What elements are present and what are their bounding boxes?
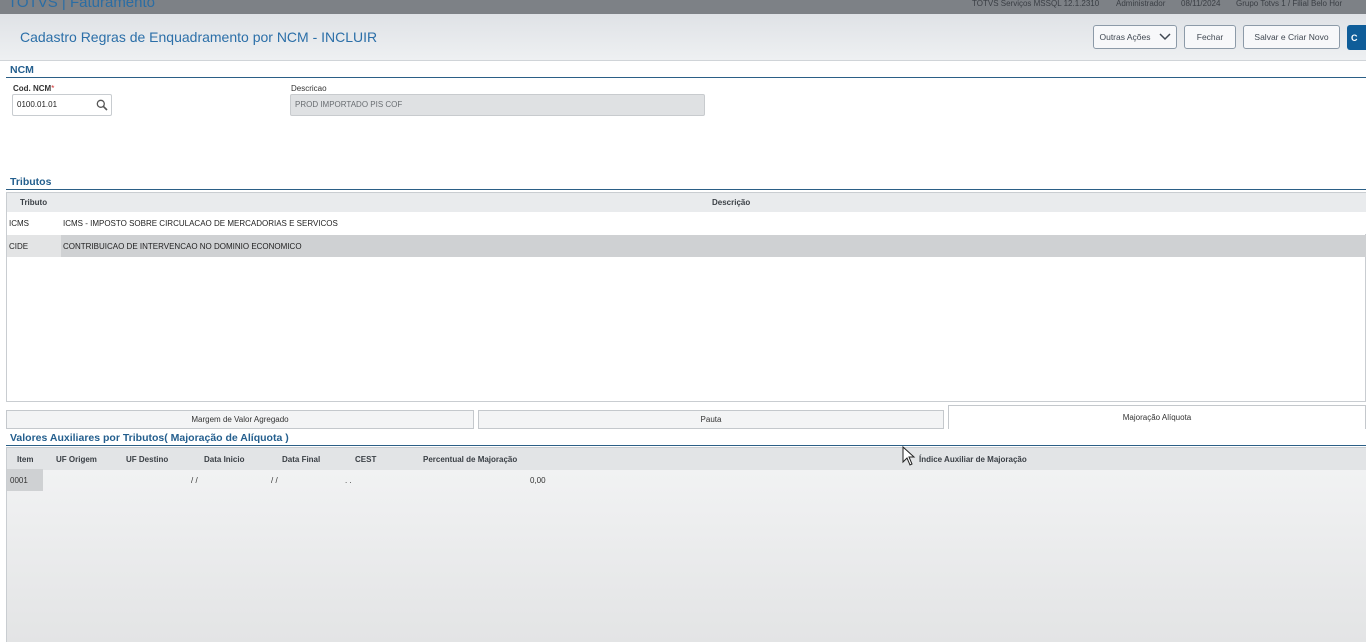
description-label: Descricao <box>291 84 327 93</box>
data-final-cell[interactable]: / / <box>271 476 278 485</box>
tab-label: Pauta <box>700 415 722 424</box>
chevron-down-icon <box>1158 33 1171 41</box>
column-header-data-final[interactable]: Data Final <box>282 455 320 464</box>
aux-section-title: Valores Auxiliares por Tributos( Majoraç… <box>10 432 289 444</box>
page-header: Cadastro Regras de Enquadramento por NCM… <box>0 14 1366 61</box>
other-actions-label: Outras Ações <box>1099 32 1151 42</box>
tributo-cell: ICMS <box>9 219 29 228</box>
tab-majoracao-aliquota[interactable]: Majoração Alíquota <box>948 405 1366 429</box>
ncm-section-title: NCM <box>10 64 34 76</box>
column-header-indice[interactable]: Índice Auxiliar de Majoração <box>919 455 1027 464</box>
aux-section-divider <box>6 445 1366 446</box>
ncm-section-divider <box>6 77 1366 78</box>
close-button[interactable]: Fechar <box>1184 25 1236 49</box>
column-header-tributo[interactable]: Tributo <box>20 198 47 207</box>
column-header-cest[interactable]: CEST <box>355 455 376 464</box>
cest-cell[interactable]: . . <box>345 476 352 485</box>
table-row[interactable]: ICMS ICMS - IMPOSTO SOBRE CIRCULACAO DE … <box>7 212 1366 234</box>
date-info: 08/11/2024 <box>1181 0 1221 8</box>
descricao-cell: ICMS - IMPOSTO SOBRE CIRCULACAO DE MERCA… <box>63 219 338 228</box>
tab-label: Margem de Valor Agregado <box>191 415 289 424</box>
ncm-code-value: 0100.01.01 <box>17 100 58 109</box>
tributos-grid: Tributo Descrição ICMS ICMS - IMPOSTO SO… <box>6 192 1366 402</box>
server-info: TOTVS Serviços MSSQL 12.1.2310 <box>972 0 1100 8</box>
aux-values-grid: Item UF Origem UF Destino Data Inicio Da… <box>6 447 1366 642</box>
confirm-button[interactable]: C <box>1347 25 1366 50</box>
save-and-new-button[interactable]: Salvar e Criar Novo <box>1243 25 1340 49</box>
close-button-label: Fechar <box>1196 32 1224 42</box>
search-icon[interactable] <box>96 99 108 111</box>
tributo-cell: CIDE <box>9 242 29 251</box>
tributos-section-title: Tributos <box>10 176 52 188</box>
column-header-data-inicio[interactable]: Data Inicio <box>204 455 244 464</box>
user-info: Administrador <box>1116 0 1166 8</box>
top-bar: TOTVS | Faturamento TOTVS Serviços MSSQL… <box>0 0 1366 14</box>
app-title: TOTVS | Faturamento <box>8 0 156 11</box>
ncm-code-label: Cod. NCM* <box>13 84 55 93</box>
aux-grid-header: Item UF Origem UF Destino Data Inicio Da… <box>7 447 1366 470</box>
tributos-section-divider <box>6 189 1366 190</box>
column-header-percentual[interactable]: Percentual de Majoração <box>423 455 517 464</box>
tab-pauta[interactable]: Pauta <box>478 410 944 429</box>
column-header-descricao[interactable]: Descrição <box>712 198 750 207</box>
description-field: PROD IMPORTADO PIS COF <box>290 94 705 116</box>
column-header-item[interactable]: Item <box>17 455 33 464</box>
ncm-code-field[interactable]: 0100.01.01 <box>12 94 112 116</box>
save-and-new-label: Salvar e Criar Novo <box>1254 32 1329 42</box>
column-header-uf-origem[interactable]: UF Origem <box>56 455 97 464</box>
percentual-cell[interactable]: 0,00 <box>530 476 546 485</box>
tab-label: Majoração Alíquota <box>1122 413 1192 422</box>
item-cell: 0001 <box>10 476 28 485</box>
confirm-button-label: C <box>1351 32 1358 43</box>
mouse-cursor-icon <box>902 446 916 466</box>
page-title: Cadastro Regras de Enquadramento por NCM… <box>20 29 378 45</box>
column-header-uf-destino[interactable]: UF Destino <box>126 455 168 464</box>
company-info: Grupo Totvs 1 / Filial Belo Hor <box>1236 0 1343 8</box>
description-value: PROD IMPORTADO PIS COF <box>295 100 403 109</box>
data-inicio-cell[interactable]: / / <box>191 476 198 485</box>
descricao-cell: CONTRIBUICAO DE INTERVENCAO NO DOMINIO E… <box>63 242 302 251</box>
tributos-grid-header: Tributo Descrição <box>7 193 1366 212</box>
table-row[interactable]: 0001 / / / / . . 0,00 <box>7 469 1366 491</box>
tab-margem-valor-agregado[interactable]: Margem de Valor Agregado <box>6 410 474 429</box>
table-row-selected[interactable]: CIDE CONTRIBUICAO DE INTERVENCAO NO DOMI… <box>7 235 1366 257</box>
other-actions-button[interactable]: Outras Ações <box>1093 25 1177 49</box>
